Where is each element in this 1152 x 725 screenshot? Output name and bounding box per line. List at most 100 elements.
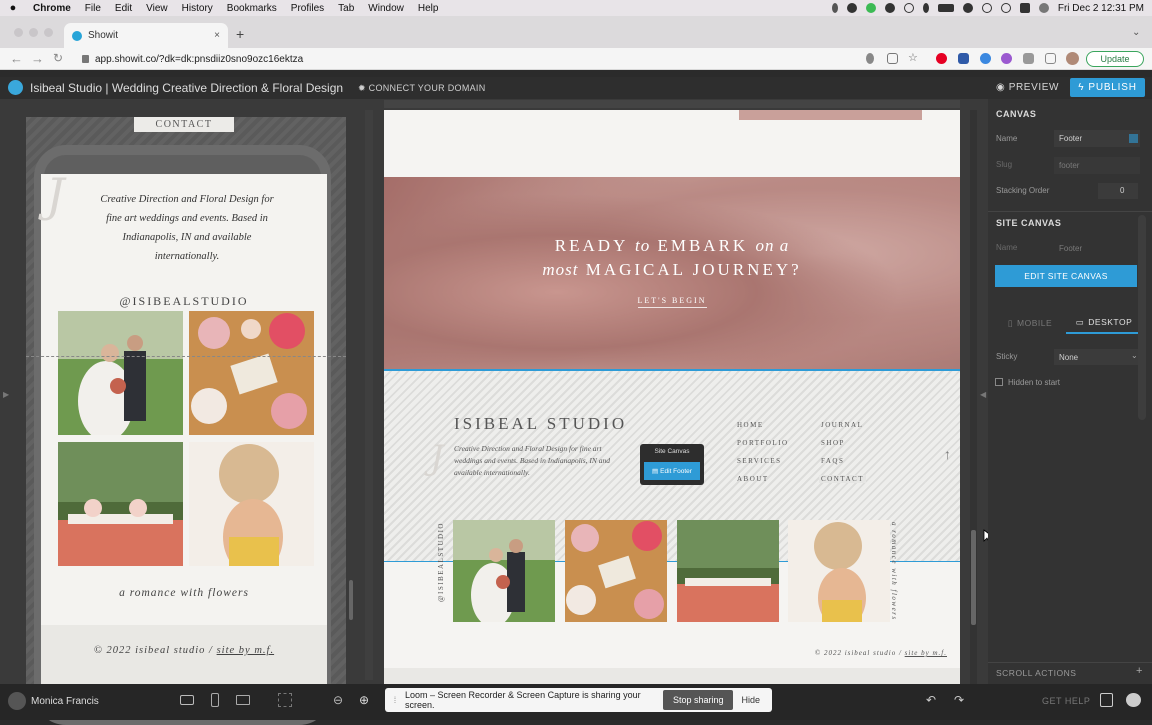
- chevron-down-icon[interactable]: ⌄: [1131, 351, 1138, 360]
- tab-mobile[interactable]: ▯ MOBILE: [996, 312, 1064, 334]
- get-help-link[interactable]: GET HELP: [1042, 696, 1090, 706]
- hero-heading-line1[interactable]: READY to EMBARK on a: [384, 236, 960, 256]
- menu-bookmarks[interactable]: Bookmarks: [220, 3, 284, 14]
- share-icon[interactable]: [887, 53, 898, 64]
- menu-tab[interactable]: Tab: [331, 3, 361, 14]
- tab-close-icon[interactable]: ×: [214, 30, 220, 41]
- grid-icon[interactable]: [278, 693, 292, 707]
- update-button[interactable]: Update: [1086, 51, 1144, 67]
- connect-domain-link[interactable]: ✹ CONNECT YOUR DOMAIN: [358, 83, 486, 94]
- back-icon[interactable]: ←: [10, 51, 23, 66]
- window-close-button[interactable]: [14, 28, 23, 37]
- preview-button[interactable]: ◉ PREVIEW: [996, 82, 1059, 93]
- footer-nav-services[interactable]: SERVICES: [737, 457, 782, 465]
- footer-nav-shop[interactable]: SHOP: [821, 439, 845, 447]
- menu-edit[interactable]: Edit: [108, 3, 139, 14]
- desktop-scrollbar[interactable]: [970, 110, 977, 684]
- menu-clock[interactable]: Fri Dec 2 12:31 PM: [1058, 3, 1144, 14]
- mobile-romance-text[interactable]: a romance with flowers: [41, 587, 327, 599]
- footer-nav-journal[interactable]: JOURNAL: [821, 421, 863, 429]
- desktop-view-icon[interactable]: [236, 695, 250, 705]
- bluetooth-icon[interactable]: [922, 3, 929, 13]
- gear-icon[interactable]: [884, 3, 895, 13]
- pinterest-extension-icon[interactable]: [936, 53, 947, 64]
- footer-photo-florals[interactable]: [565, 520, 667, 622]
- reload-icon[interactable]: ↻: [53, 51, 63, 65]
- menu-help[interactable]: Help: [411, 3, 446, 14]
- tab-search-chevron-icon[interactable]: ⌄: [1132, 27, 1140, 38]
- desktop-top-photo-edge[interactable]: [739, 110, 922, 120]
- edit-site-canvas-button[interactable]: EDIT SITE CANVAS: [995, 265, 1137, 287]
- zoom-in-icon[interactable]: ⊕: [359, 693, 369, 707]
- menu-app-name[interactable]: Chrome: [26, 3, 78, 14]
- menu-file[interactable]: File: [78, 3, 108, 14]
- extension-icon-2[interactable]: [980, 53, 991, 64]
- user-name[interactable]: Monica Francis: [31, 696, 99, 707]
- mobile-copyright[interactable]: © 2022 isibeal studio / site by m.f.: [41, 645, 327, 656]
- undo-icon[interactable]: ↶: [926, 693, 936, 707]
- extension-icon-1[interactable]: [958, 53, 969, 64]
- mobile-tagline[interactable]: Creative Direction and Floral Design for…: [92, 190, 282, 266]
- footer-vertical-handle[interactable]: @ISIBEALSTUDIO: [437, 522, 451, 622]
- window-minimize-button[interactable]: [29, 28, 38, 37]
- control-center-icon[interactable]: [1019, 3, 1030, 13]
- siri-icon[interactable]: [1038, 3, 1049, 13]
- footer-nav-home[interactable]: HOME: [737, 421, 764, 429]
- sidebar-icon[interactable]: [1045, 53, 1056, 64]
- mobile-contact-nav[interactable]: CONTACT: [134, 117, 234, 132]
- bookmark-star-icon[interactable]: ☆: [908, 51, 919, 64]
- wifi-icon[interactable]: [962, 3, 973, 13]
- hide-button[interactable]: Hide: [741, 695, 760, 705]
- desktop-site-by-link[interactable]: site by m.f.: [905, 649, 947, 657]
- address-bar[interactable]: app.showit.co/?dk=dk:pnsdiiz0sno9ozc16ek…: [82, 50, 872, 68]
- new-tab-icon[interactable]: +: [236, 26, 244, 42]
- user-switch-icon[interactable]: [981, 3, 992, 13]
- mobile-site-by-link[interactable]: site by m.f.: [217, 645, 275, 656]
- drag-handle-icon[interactable]: ⁞: [389, 695, 401, 705]
- footer-tagline[interactable]: Creative Direction and Floral Design for…: [454, 443, 614, 479]
- browser-tab-showit[interactable]: Showit ×: [64, 23, 228, 48]
- window-zoom-button[interactable]: [44, 28, 53, 37]
- footer-photo-tablescape[interactable]: [677, 520, 779, 622]
- tab-desktop[interactable]: ▭ DESKTOP: [1066, 312, 1142, 334]
- lock-icon[interactable]: [82, 55, 89, 63]
- zoom-out-icon[interactable]: ⊖: [333, 693, 343, 707]
- redo-icon[interactable]: ↷: [954, 693, 964, 707]
- forward-icon[interactable]: →: [31, 51, 44, 66]
- collapse-right-arrow-icon[interactable]: ◀: [980, 390, 986, 399]
- footer-photo-couple[interactable]: [453, 520, 555, 622]
- publish-button[interactable]: ϟ PUBLISH: [1070, 78, 1145, 97]
- mobile-photo-florals[interactable]: [189, 311, 314, 435]
- desktop-scroll-thumb[interactable]: [971, 530, 976, 625]
- showit-logo-icon[interactable]: [8, 80, 23, 95]
- screen-share-icon[interactable]: [846, 3, 857, 13]
- collapse-left-arrow-icon[interactable]: ▶: [3, 390, 9, 399]
- footer-nav-faqs[interactable]: FAQS: [821, 457, 844, 465]
- footer-vertical-romance[interactable]: a romance with flowers: [890, 522, 904, 622]
- mobile-photo-bride-back[interactable]: [189, 442, 314, 566]
- user-avatar[interactable]: [8, 692, 26, 710]
- mobile-scrollbar[interactable]: [348, 120, 354, 680]
- mobile-scroll-thumb[interactable]: [349, 580, 353, 620]
- site-title[interactable]: Isibeal Studio | Wedding Creative Direct…: [30, 81, 343, 95]
- footer-nav-contact[interactable]: CONTACT: [819, 475, 866, 483]
- footer-nav-portfolio[interactable]: PORTFOLIO: [737, 439, 789, 447]
- add-scroll-action-icon[interactable]: +: [1136, 665, 1142, 677]
- docs-icon[interactable]: [1100, 693, 1113, 707]
- mobile-photo-couple[interactable]: [58, 311, 183, 435]
- apple-icon[interactable]: ●: [0, 2, 26, 14]
- mobile-instagram-handle[interactable]: @ISIBEALSTUDIO: [41, 294, 327, 309]
- footer-nav-about[interactable]: ABOUT: [737, 475, 769, 483]
- focus-icon[interactable]: [903, 3, 914, 13]
- footer-brand[interactable]: ISIBEAL STUDIO: [454, 414, 627, 434]
- mobile-photo-tablescape[interactable]: [58, 442, 183, 566]
- extensions-puzzle-icon[interactable]: [1023, 53, 1034, 64]
- extension-icon-3[interactable]: [1001, 53, 1012, 64]
- menu-profiles[interactable]: Profiles: [284, 3, 331, 14]
- hidden-to-start-checkbox[interactable]: [995, 378, 1003, 386]
- chat-help-icon[interactable]: [1126, 693, 1141, 707]
- edit-footer-button[interactable]: ▤ Edit Footer: [644, 462, 700, 480]
- mic-icon[interactable]: [866, 53, 874, 64]
- back-to-top-arrow-icon[interactable]: ↑: [944, 446, 951, 462]
- both-views-icon[interactable]: [180, 695, 194, 705]
